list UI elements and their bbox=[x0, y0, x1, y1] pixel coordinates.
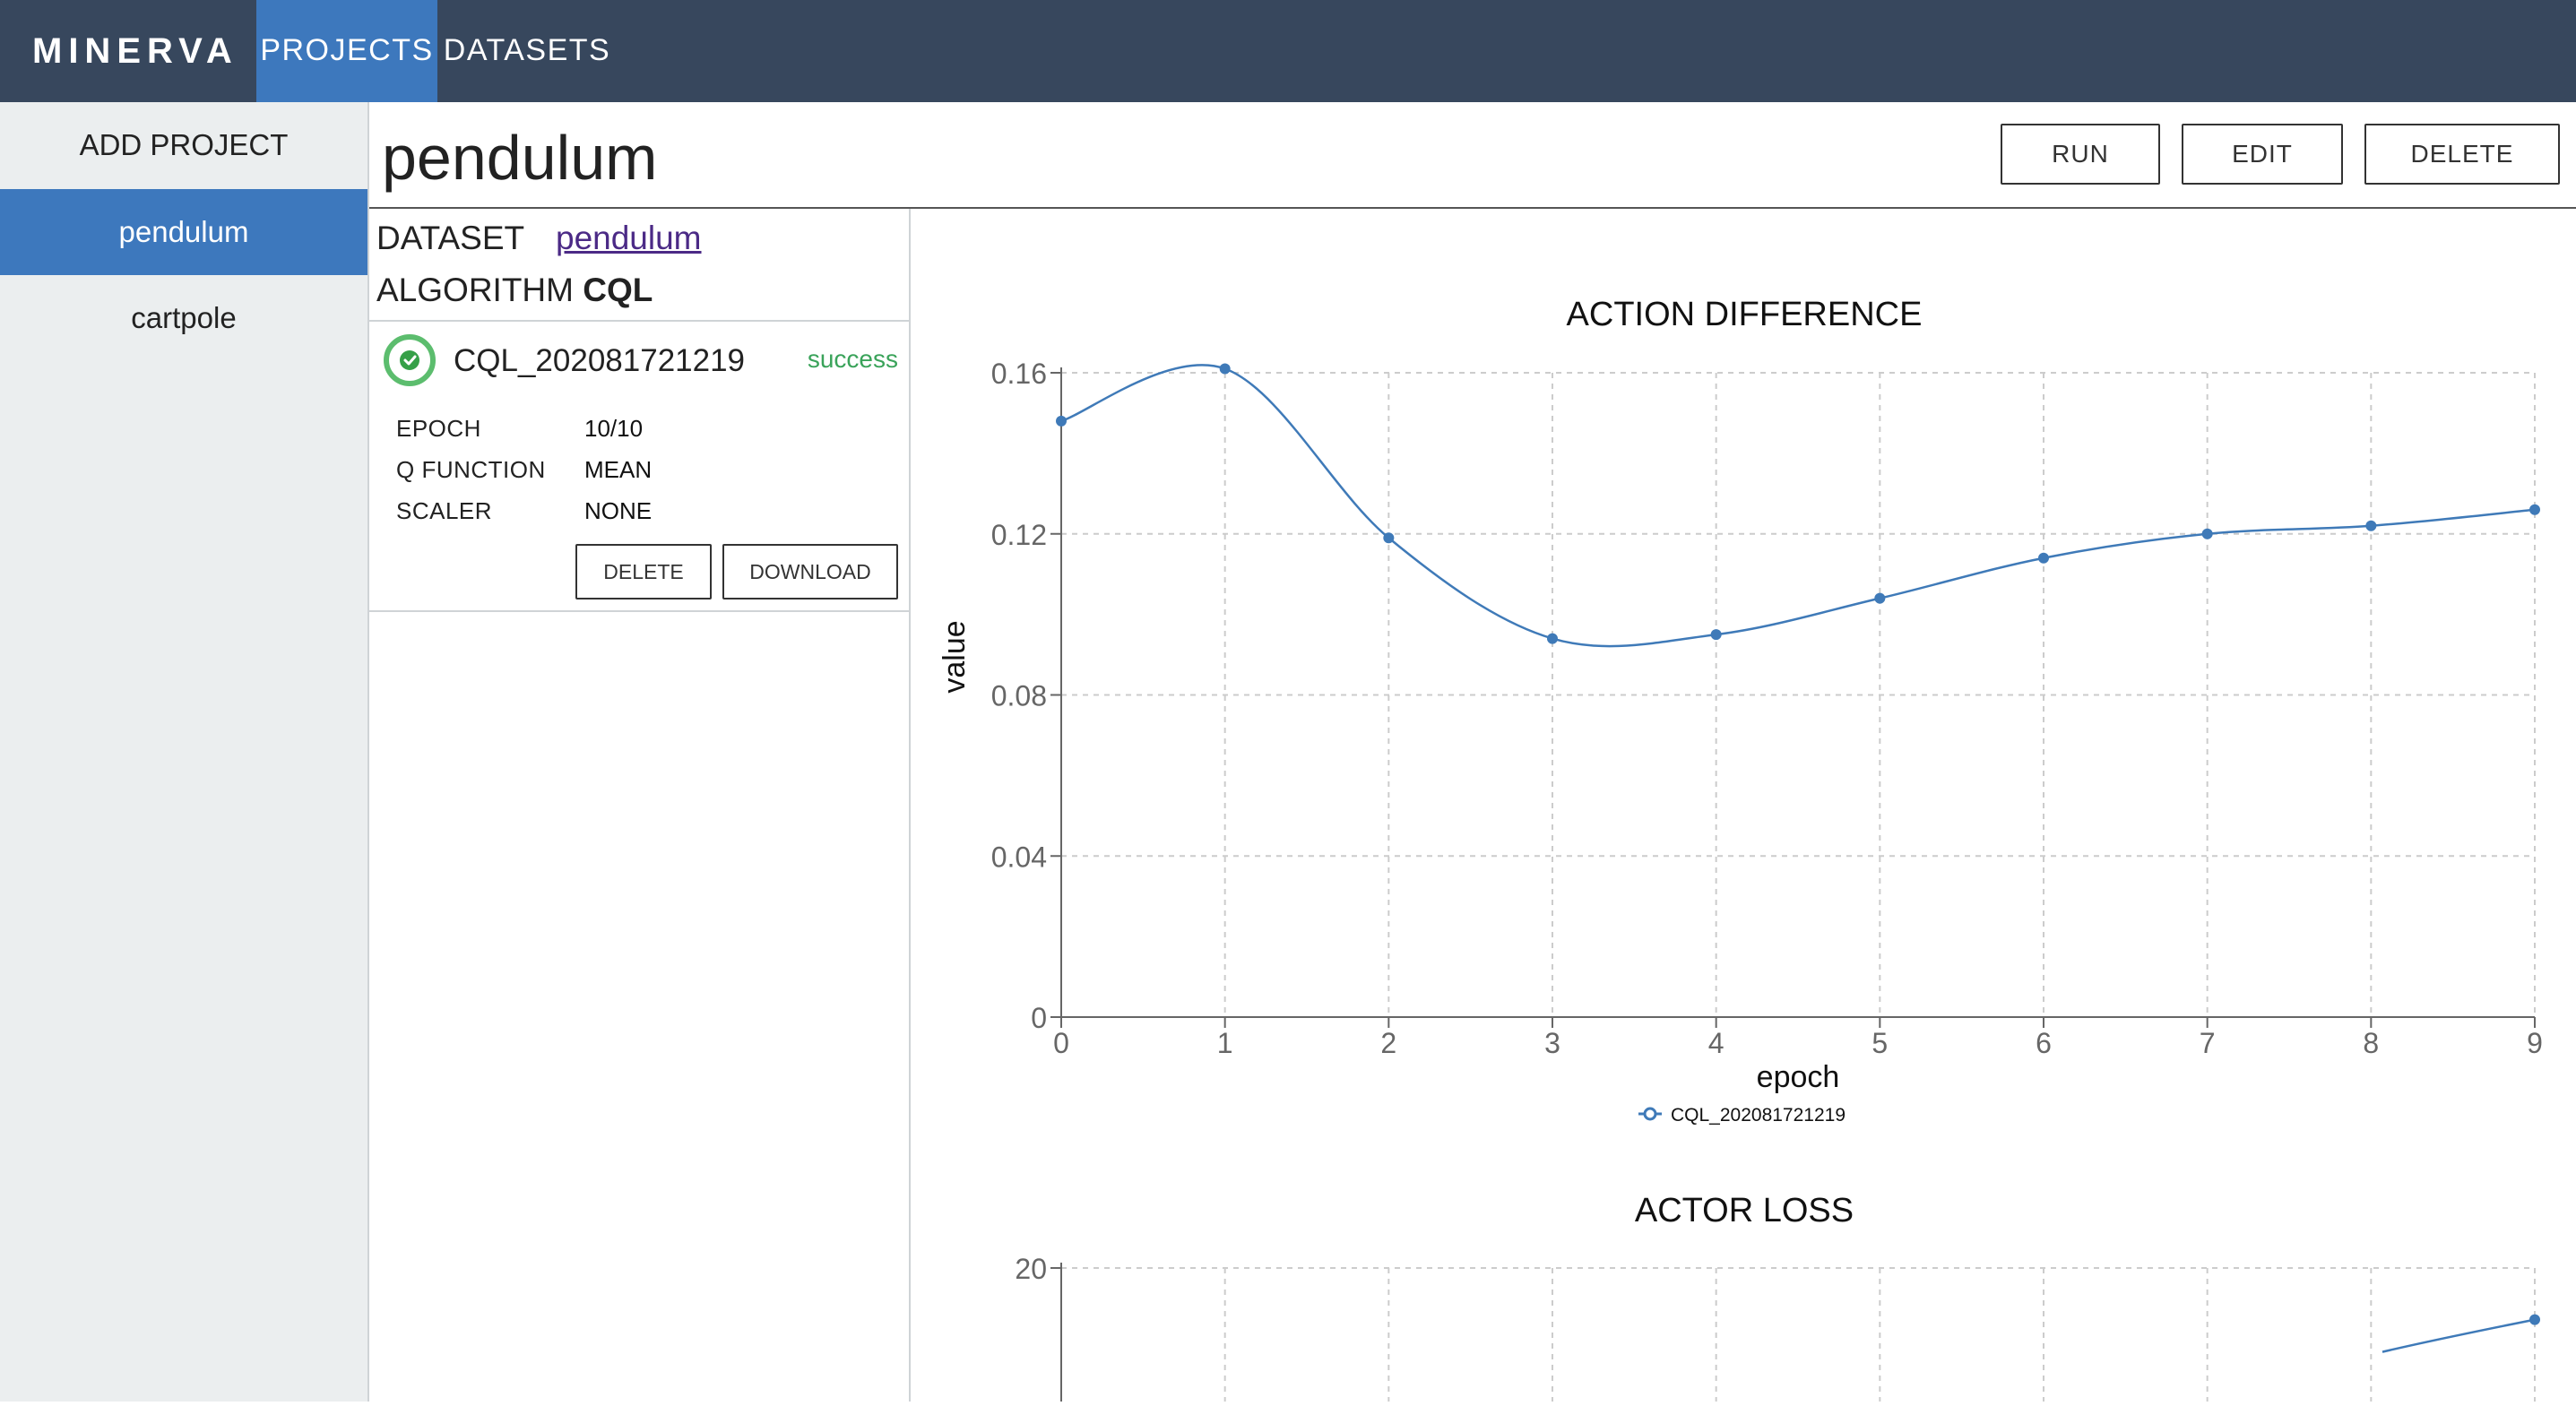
data-point bbox=[2038, 552, 2049, 564]
add-project-button[interactable]: ADD PROJECT bbox=[0, 102, 367, 188]
project-sidebar: ADD PROJECT pendulum cartpole bbox=[0, 102, 369, 1402]
field-key-scaler: SCALER bbox=[396, 497, 493, 524]
y-tick-label: 0.08 bbox=[991, 680, 1047, 712]
sidebar-item-cartpole[interactable]: cartpole bbox=[0, 275, 367, 361]
data-point bbox=[2529, 1314, 2540, 1325]
algorithm-value: CQL bbox=[583, 272, 653, 308]
charts-panel: ACTION DIFFERENCE 0 1 2 3 4 5 6 7 8 9 0 0.04 0.08 0.12… bbox=[911, 209, 2576, 1402]
data-point bbox=[2365, 520, 2377, 531]
x-tick-label: 9 bbox=[2527, 1027, 2543, 1059]
experiment-divider bbox=[369, 610, 909, 612]
actor-loss-chart: ACTOR LOSS 20 bbox=[1015, 1192, 2540, 1402]
field-value-scaler: NONE bbox=[584, 497, 653, 524]
data-point bbox=[2201, 528, 2213, 539]
data-point bbox=[1874, 592, 1886, 604]
field-key-epoch: EPOCH bbox=[396, 415, 481, 442]
x-tick-label: 2 bbox=[1380, 1027, 1396, 1059]
y-tick-label: 20 bbox=[1015, 1253, 1047, 1285]
dataset-label: DATASET bbox=[376, 220, 525, 256]
x-tick-label: 1 bbox=[1217, 1027, 1233, 1059]
app-logo[interactable]: MINERVA bbox=[32, 0, 238, 102]
x-tick-label: 6 bbox=[2036, 1027, 2052, 1059]
data-point bbox=[2529, 504, 2540, 515]
nav-tab-datasets[interactable]: DATASETS bbox=[437, 0, 617, 102]
data-point bbox=[1056, 415, 1067, 427]
charts-svg: ACTION DIFFERENCE 0 1 2 3 4 5 6 7 8 9 0 0.04 0.08 0.12… bbox=[938, 296, 2543, 1402]
series-line bbox=[1060, 364, 2536, 648]
y-tick-label: 0.12 bbox=[991, 519, 1047, 551]
experiment-name[interactable]: CQL_202081721219 bbox=[454, 343, 745, 379]
delete-project-button[interactable]: DELETE bbox=[2364, 124, 2560, 185]
x-tick-label: 7 bbox=[2200, 1027, 2216, 1059]
x-tick-label: 3 bbox=[1544, 1027, 1560, 1059]
legend-swatch-marker bbox=[1643, 1107, 1657, 1121]
delete-experiment-button[interactable]: DELETE bbox=[575, 544, 712, 599]
dataset-link[interactable]: pendulum bbox=[556, 220, 702, 257]
info-divider bbox=[369, 320, 909, 322]
algorithm-row: ALGORITHM CQL bbox=[376, 272, 653, 309]
data-point bbox=[1219, 363, 1231, 375]
x-tick-label: 4 bbox=[1708, 1027, 1725, 1059]
top-navbar: MINERVA PROJECTS DATASETS bbox=[0, 0, 2576, 102]
data-point bbox=[1547, 633, 1558, 644]
x-tick-label: 8 bbox=[2363, 1027, 2379, 1059]
download-experiment-button[interactable]: DOWNLOAD bbox=[722, 544, 898, 599]
nav-tab-projects[interactable]: PROJECTS bbox=[256, 0, 437, 102]
chart-title: ACTOR LOSS bbox=[1635, 1192, 1854, 1229]
field-value-q-function: MEAN bbox=[584, 456, 653, 483]
y-axis-label: value bbox=[938, 620, 972, 693]
page-title: pendulum bbox=[382, 123, 658, 193]
action-difference-chart: ACTION DIFFERENCE 0 1 2 3 4 5 6 7 8 9 0 0.04 0.08 0.12… bbox=[938, 296, 2543, 1126]
project-info-panel: DATASET pendulum ALGORITHM CQL CQL_20208… bbox=[369, 209, 911, 1402]
x-axis-label: epoch bbox=[1757, 1060, 1840, 1094]
data-point bbox=[1710, 629, 1722, 641]
y-tick-label: 0 bbox=[1031, 1002, 1047, 1034]
x-tick-label: 5 bbox=[1871, 1027, 1888, 1059]
run-button[interactable]: RUN bbox=[2001, 124, 2160, 185]
y-tick-label: 0.04 bbox=[991, 841, 1047, 873]
algorithm-label: ALGORITHM bbox=[376, 272, 574, 308]
field-key-q-function: Q FUNCTION bbox=[396, 456, 546, 483]
sidebar-item-pendulum[interactable]: pendulum bbox=[0, 189, 367, 275]
chart-title: ACTION DIFFERENCE bbox=[1567, 296, 1923, 333]
success-check-icon bbox=[384, 334, 436, 386]
field-value-epoch: 10/10 bbox=[584, 415, 644, 442]
dataset-row: DATASET pendulum bbox=[376, 220, 702, 257]
data-point bbox=[1383, 532, 1395, 544]
legend-label: CQL_202081721219 bbox=[1671, 1105, 1846, 1126]
x-tick-label: 0 bbox=[1053, 1027, 1069, 1059]
experiment-status: success bbox=[807, 345, 898, 373]
y-tick-label: 0.16 bbox=[991, 358, 1047, 390]
edit-button[interactable]: EDIT bbox=[2182, 124, 2343, 185]
series-line bbox=[2382, 1318, 2536, 1353]
